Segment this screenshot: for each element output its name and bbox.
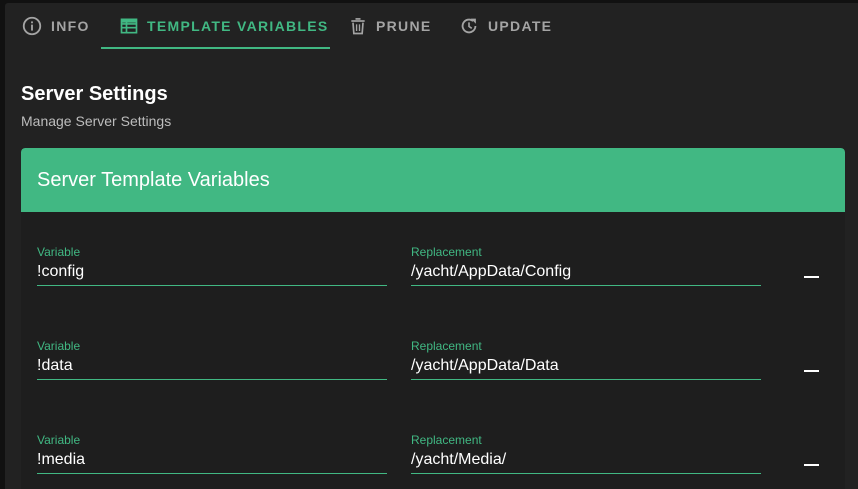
- replacement-input[interactable]: [411, 449, 761, 471]
- tab-update-label: UPDATE: [488, 18, 553, 34]
- field-underline: [37, 473, 387, 474]
- replacement-label: Replacement: [411, 433, 482, 447]
- update-refresh-icon: [461, 18, 477, 34]
- remove-variable-button[interactable]: [797, 357, 825, 385]
- tab-info-label: INFO: [51, 18, 90, 34]
- replacement-label: Replacement: [411, 339, 482, 353]
- variable-label: Variable: [37, 245, 81, 259]
- remove-variable-button[interactable]: [797, 263, 825, 291]
- info-circle-icon: [22, 16, 42, 36]
- tab-prune[interactable]: PRUNE: [348, 3, 432, 49]
- variable-label: Variable: [37, 339, 81, 353]
- trash-icon: [351, 18, 365, 35]
- variable-field[interactable]: Variable: [37, 433, 387, 483]
- variable-row: Variable Replacement: [21, 245, 845, 295]
- page-subtitle: Manage Server Settings: [21, 113, 172, 129]
- field-underline: [37, 379, 387, 380]
- field-underline: [411, 473, 761, 474]
- replacement-input[interactable]: [411, 261, 761, 283]
- minus-icon: [803, 370, 819, 372]
- variable-label: Variable: [37, 433, 81, 447]
- replacement-field[interactable]: Replacement: [411, 339, 761, 389]
- remove-variable-button[interactable]: [797, 451, 825, 479]
- minus-icon: [803, 464, 819, 466]
- variable-input[interactable]: [37, 355, 387, 377]
- variable-field[interactable]: Variable: [37, 339, 387, 389]
- settings-page: INFO TEMPLATE VARIABLES PRUNE UPDATE Ser…: [5, 3, 858, 489]
- field-underline: [411, 379, 761, 380]
- replacement-input[interactable]: [411, 355, 761, 377]
- card-title: Server Template Variables: [37, 169, 270, 191]
- replacement-field[interactable]: Replacement: [411, 433, 761, 483]
- page-title: Server Settings: [21, 83, 168, 105]
- replacement-field[interactable]: Replacement: [411, 245, 761, 295]
- tab-template-variables-label: TEMPLATE VARIABLES: [147, 18, 329, 34]
- minus-icon: [803, 276, 819, 278]
- variable-row: Variable Replacement: [21, 339, 845, 389]
- tab-update[interactable]: UPDATE: [458, 3, 552, 49]
- tab-template-variables[interactable]: TEMPLATE VARIABLES: [119, 3, 329, 49]
- table-list-icon: [120, 18, 138, 34]
- card-header: Server Template Variables: [21, 148, 845, 212]
- variable-input[interactable]: [37, 449, 387, 471]
- tab-bar: INFO TEMPLATE VARIABLES PRUNE UPDATE: [5, 3, 858, 49]
- variable-field[interactable]: Variable: [37, 245, 387, 295]
- tab-prune-label: PRUNE: [376, 18, 432, 34]
- template-variables-card: Server Template Variables Variable Repla…: [21, 148, 845, 489]
- variable-input[interactable]: [37, 261, 387, 283]
- tab-info[interactable]: INFO: [21, 3, 90, 49]
- field-underline: [411, 285, 761, 286]
- variable-row: Variable Replacement: [21, 433, 845, 483]
- active-tab-indicator: [101, 47, 330, 49]
- replacement-label: Replacement: [411, 245, 482, 259]
- field-underline: [37, 285, 387, 286]
